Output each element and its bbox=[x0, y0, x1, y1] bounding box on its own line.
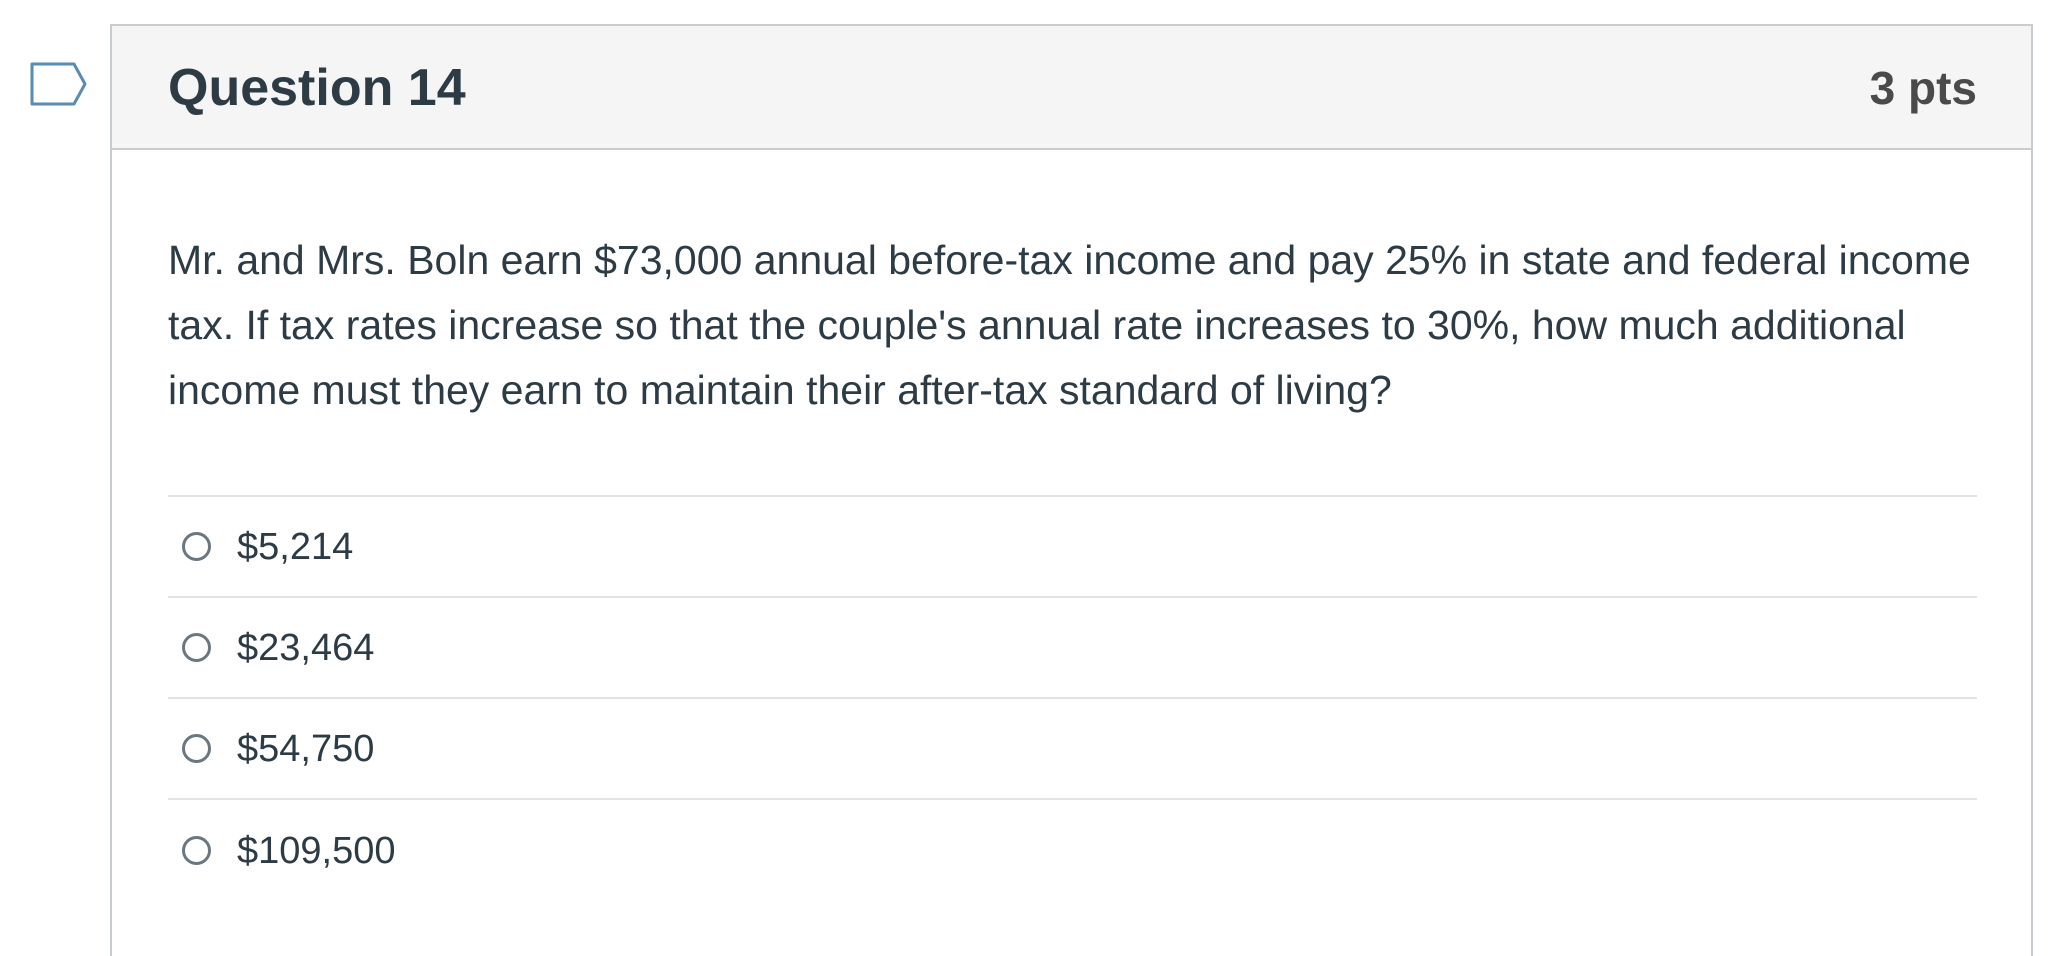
answer-label[interactable]: $5,214 bbox=[237, 525, 353, 569]
question-body: Mr. and Mrs. Boln earn $73,000 annual be… bbox=[112, 150, 2031, 901]
answer-list: $5,214 $23,464 $54,750 $109,500 bbox=[168, 495, 1977, 901]
answer-option[interactable]: $54,750 bbox=[168, 699, 1977, 800]
question-card: Question 14 3 pts Mr. and Mrs. Boln earn… bbox=[110, 24, 2033, 956]
answer-option[interactable]: $23,464 bbox=[168, 598, 1977, 699]
question-title: Question 14 bbox=[168, 59, 466, 117]
radio-button[interactable] bbox=[182, 532, 211, 561]
question-header: Question 14 3 pts bbox=[112, 26, 2031, 150]
answer-label[interactable]: $109,500 bbox=[237, 829, 396, 873]
question-points: 3 pts bbox=[1869, 62, 1977, 114]
answer-option[interactable]: $5,214 bbox=[168, 497, 1977, 598]
radio-button[interactable] bbox=[182, 836, 211, 865]
flag-question-icon[interactable] bbox=[30, 62, 88, 106]
answer-label[interactable]: $23,464 bbox=[237, 626, 374, 670]
answer-label[interactable]: $54,750 bbox=[237, 727, 374, 771]
question-text: Mr. and Mrs. Boln earn $73,000 annual be… bbox=[168, 237, 1971, 413]
radio-button[interactable] bbox=[182, 734, 211, 763]
answer-option[interactable]: $109,500 bbox=[168, 800, 1977, 901]
radio-button[interactable] bbox=[182, 633, 211, 662]
